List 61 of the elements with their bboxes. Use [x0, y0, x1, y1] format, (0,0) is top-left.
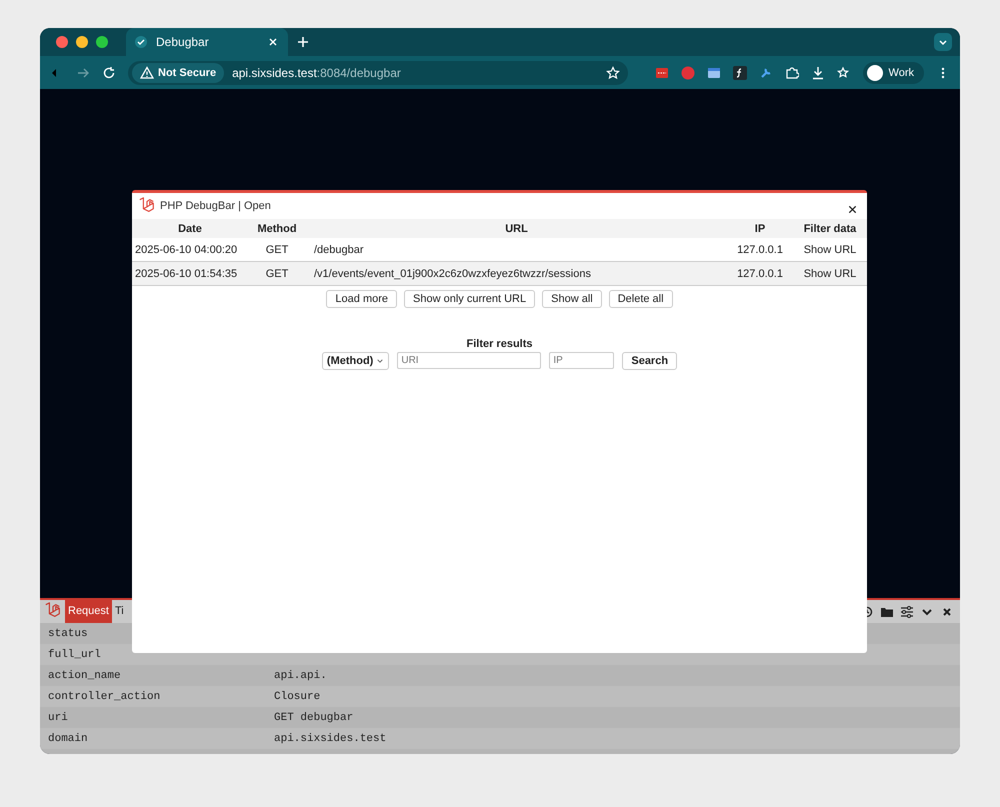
date-cell: 2025-06-10 01:54:35 — [132, 262, 248, 286]
variable-name: action_name — [48, 670, 122, 682]
profile-button[interactable]: Work — [862, 62, 924, 84]
variable-value: api.sixsides.test — [274, 732, 388, 744]
url-cell: /debugbar — [306, 238, 727, 262]
new-tab-icon[interactable] — [296, 35, 310, 49]
chevron-down-icon — [376, 357, 384, 365]
filter-title: Filter results — [466, 338, 533, 350]
date-cell: 2025-06-10 04:00:20 — [132, 238, 248, 262]
star-icon[interactable] — [606, 66, 620, 80]
uri-field[interactable]: URI — [397, 352, 542, 369]
method-select[interactable]: (Method) — [322, 352, 390, 370]
method-cell: GET — [248, 238, 306, 262]
dialog-title: PHP DebugBar | Open — [160, 200, 271, 212]
calendar-icon[interactable] — [706, 66, 721, 80]
search-button[interactable]: Search — [622, 352, 678, 370]
variable-value: api.api. — [274, 670, 328, 682]
panel-tab[interactable]: Request — [65, 600, 112, 623]
bookmarks-icon[interactable] — [836, 66, 851, 80]
forward-arrow-icon[interactable] — [76, 66, 90, 80]
close-window-dot[interactable] — [56, 36, 68, 48]
action-button[interactable]: Show only current URL — [404, 290, 536, 308]
variable-name: full_url — [48, 648, 102, 660]
variable-value: Closure — [274, 690, 322, 702]
column-header: URL — [306, 219, 727, 238]
url-cell: /v1/events/event_01j900x2c6z0wzxfeyez6twzzr/sessions — [306, 262, 727, 286]
close-icon — [848, 205, 857, 214]
action-button[interactable]: Show all — [542, 290, 602, 308]
extension-icon[interactable] — [654, 66, 669, 80]
sliders-icon[interactable] — [900, 604, 914, 618]
formula-icon[interactable] — [732, 66, 747, 80]
column-header: Date — [132, 219, 248, 238]
variable-name: uri — [48, 712, 69, 724]
variable-value: GET debugbar — [274, 712, 354, 724]
show-url-link[interactable]: Show URL — [804, 244, 856, 256]
method-cell: GET — [248, 262, 306, 286]
browser-tab[interactable]: Debugbar — [126, 28, 288, 56]
variable-name: controller_action — [48, 690, 162, 702]
variable-name: domain — [48, 732, 89, 744]
action-button[interactable]: Delete all — [608, 290, 673, 308]
check-circle-icon — [134, 35, 148, 49]
ip-cell: 127.0.0.1 — [727, 262, 793, 286]
security-indicator[interactable]: Not Secure — [132, 62, 224, 82]
wrench-icon[interactable] — [758, 66, 773, 80]
logo-icon — [44, 602, 62, 620]
tab-menu-button[interactable] — [934, 33, 952, 51]
logo-icon — [138, 197, 156, 215]
column-header: Filter data — [793, 219, 867, 238]
panel-tab[interactable]: Ti — [112, 600, 127, 623]
column-header: IP — [727, 219, 793, 238]
reload-icon[interactable] — [102, 66, 116, 80]
puzzle-icon[interactable] — [784, 66, 799, 80]
column-header: Method — [248, 219, 306, 238]
address-bar[interactable]: Not Secure api.sixsides.test:8084/debugbar — [128, 60, 628, 84]
download-icon[interactable] — [810, 66, 825, 80]
action-button[interactable]: Load more — [326, 290, 398, 308]
ip-cell: 127.0.0.1 — [727, 238, 793, 262]
ip-field[interactable]: IP — [549, 352, 614, 369]
variable-name: status — [48, 628, 89, 640]
maximize-window-dot[interactable] — [96, 36, 108, 48]
minimize-window-dot[interactable] — [76, 36, 88, 48]
